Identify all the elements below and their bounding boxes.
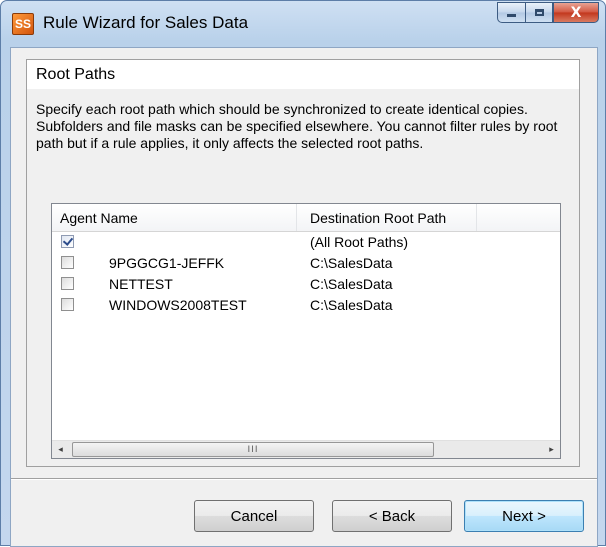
- destination-cell: C:\SalesData: [310, 255, 393, 271]
- destination-cell: C:\SalesData: [310, 276, 393, 292]
- row-checkbox[interactable]: [61, 256, 74, 269]
- maximize-button[interactable]: [525, 2, 553, 23]
- minimize-icon: [507, 14, 516, 17]
- list-row[interactable]: 9PGGCG1-JEFFK C:\SalesData: [52, 253, 560, 274]
- row-checkbox[interactable]: [61, 235, 74, 248]
- close-button[interactable]: X: [553, 2, 599, 23]
- title-bar[interactable]: SS Rule Wizard for Sales Data X: [1, 1, 605, 47]
- scroll-right-icon[interactable]: ▸: [543, 441, 560, 458]
- client-area: Root Paths Specify each root path which …: [10, 47, 598, 547]
- close-icon: X: [570, 4, 582, 21]
- list-row[interactable]: (All Root Paths): [52, 232, 560, 253]
- destination-cell: C:\SalesData: [310, 297, 393, 313]
- wizard-window: SS Rule Wizard for Sales Data X Root Pat…: [0, 0, 606, 547]
- root-paths-list[interactable]: Agent Name Destination Root Path (All Ro…: [51, 203, 561, 459]
- scroll-left-icon[interactable]: ◂: [52, 441, 69, 458]
- agent-name-cell: WINDOWS2008TEST: [109, 297, 247, 313]
- content-box: Specify each root path which should be s…: [26, 89, 580, 467]
- app-icon: SS: [12, 13, 34, 35]
- agent-name-cell: 9PGGCG1-JEFFK: [109, 255, 225, 271]
- agent-name-cell: NETTEST: [109, 276, 173, 292]
- description-text: Specify each root path which should be s…: [36, 101, 558, 151]
- back-button[interactable]: < Back: [332, 500, 452, 532]
- list-header: Agent Name Destination Root Path: [52, 204, 560, 232]
- section-title: Root Paths: [36, 66, 116, 83]
- destination-cell: (All Root Paths): [310, 234, 409, 250]
- section-header: Root Paths: [26, 59, 580, 90]
- list-row[interactable]: NETTEST C:\SalesData: [52, 274, 560, 295]
- footer-divider: [11, 478, 597, 480]
- list-row[interactable]: WINDOWS2008TEST C:\SalesData: [52, 295, 560, 316]
- horizontal-scrollbar[interactable]: ◂ III ▸: [52, 440, 560, 458]
- next-button[interactable]: Next >: [464, 500, 584, 532]
- window-title: Rule Wizard for Sales Data: [43, 13, 249, 32]
- column-header-agent-name[interactable]: Agent Name: [52, 204, 297, 231]
- row-checkbox[interactable]: [61, 277, 74, 290]
- cancel-button[interactable]: Cancel: [194, 500, 314, 532]
- caption-buttons: X: [497, 2, 599, 24]
- row-checkbox[interactable]: [61, 298, 74, 311]
- scrollbar-grip-icon: III: [247, 444, 259, 455]
- column-header-destination-root-path[interactable]: Destination Root Path: [297, 204, 477, 231]
- wizard-page: Root Paths Specify each root path which …: [26, 59, 590, 531]
- maximize-icon: [534, 9, 544, 16]
- minimize-button[interactable]: [497, 2, 525, 23]
- scrollbar-thumb[interactable]: III: [72, 442, 434, 457]
